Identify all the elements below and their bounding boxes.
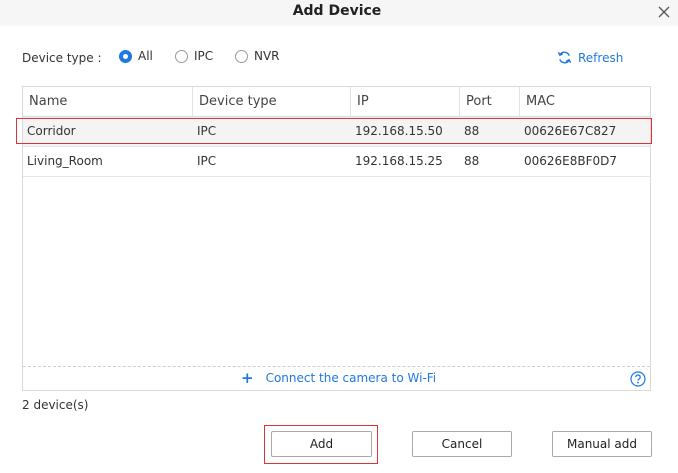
table-row[interactable]: Living_Room IPC 192.168.15.25 88 00626E8… — [23, 147, 650, 177]
device-type-label: Device type : — [22, 51, 102, 65]
title-bar: Add Device — [0, 0, 678, 26]
dialog-title: Add Device — [292, 3, 382, 19]
close-icon — [658, 6, 670, 18]
help-icon — [630, 371, 646, 387]
connect-wifi-label: Connect the camera to Wi-Fi — [265, 371, 437, 385]
cell-device-type: IPC — [197, 124, 217, 138]
cell-device-type: IPC — [197, 154, 217, 168]
radio-ipc[interactable]: IPC — [175, 47, 213, 65]
close-button[interactable] — [654, 2, 674, 22]
add-device-dialog: Add Device Device type : All IPC NVR Ref… — [0, 0, 678, 473]
column-header-ip[interactable]: IP — [351, 87, 460, 116]
add-button[interactable]: Add — [271, 431, 372, 457]
wifi-bar: + Connect the camera to Wi-Fi — [23, 366, 650, 390]
cell-ip: 192.168.15.25 — [355, 154, 443, 168]
radio-all-label: All — [138, 49, 153, 63]
column-header-mac[interactable]: MAC — [520, 87, 650, 116]
cell-mac: 00626E8BF0D7 — [524, 154, 618, 168]
column-header-device-type[interactable]: Device type — [193, 87, 351, 116]
cell-mac: 00626E67C827 — [524, 124, 617, 138]
manual-add-button[interactable]: Manual add — [552, 431, 652, 457]
table-header: Name Device type IP Port MAC — [23, 87, 650, 117]
cell-port: 88 — [464, 154, 480, 168]
plus-icon: + — [241, 369, 254, 387]
radio-unchecked-icon — [235, 49, 248, 63]
radio-checked-icon — [119, 49, 132, 63]
column-header-name[interactable]: Name — [23, 87, 193, 116]
refresh-icon — [557, 51, 572, 64]
cancel-button[interactable]: Cancel — [412, 431, 512, 457]
cell-name: Living_Room — [27, 154, 103, 168]
cell-name: Corridor — [27, 124, 76, 138]
device-table: Name Device type IP Port MAC Corridor IP… — [22, 86, 651, 391]
radio-ipc-label: IPC — [194, 49, 214, 63]
table-row[interactable]: Corridor IPC 192.168.15.50 88 00626E67C8… — [23, 117, 650, 147]
refresh-label: Refresh — [578, 50, 624, 65]
device-count: 2 device(s) — [22, 398, 89, 412]
radio-unchecked-icon — [175, 49, 188, 63]
column-header-port[interactable]: Port — [460, 87, 520, 116]
radio-all[interactable]: All — [119, 47, 153, 65]
radio-nvr-label: NVR — [254, 49, 280, 63]
refresh-button[interactable]: Refresh — [557, 50, 623, 65]
connect-wifi-link[interactable]: + Connect the camera to Wi-Fi — [241, 369, 437, 387]
cell-ip: 192.168.15.50 — [355, 124, 443, 138]
help-button[interactable] — [630, 371, 646, 387]
radio-nvr[interactable]: NVR — [235, 47, 280, 65]
cell-port: 88 — [464, 124, 480, 138]
